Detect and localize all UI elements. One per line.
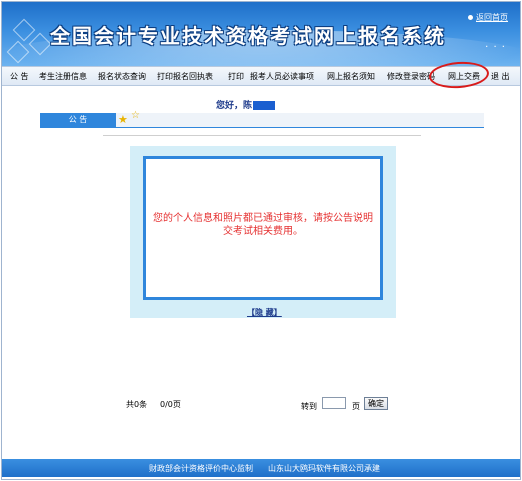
footer-supervisor: 财政部会计资格评价中心监制 — [149, 464, 253, 473]
system-title: 全国会计专业技术资格考试网上报名系统 — [50, 24, 446, 48]
page-number-input[interactable] — [322, 397, 346, 409]
record-count: 共0条 — [126, 400, 148, 409]
nav-item-change-password[interactable]: 修改登录密码 — [387, 71, 435, 82]
page-unit-label: 页 — [352, 402, 360, 411]
notice-underline — [40, 127, 484, 128]
star-icon: ★ — [118, 113, 128, 126]
redacted-name — [253, 101, 276, 110]
user-greeting: 您好，陈 — [216, 98, 276, 111]
hide-link[interactable]: 【隐 藏】 — [247, 307, 282, 318]
nav-item-print[interactable]: 打印 — [228, 71, 244, 82]
footer: 财政部会计资格评价中心监制 山东山大鸥玛软件有限公司承建 — [2, 459, 520, 477]
dots-decoration: · · · — [485, 42, 506, 53]
home-link-label: 返回首页 — [476, 13, 508, 22]
nav-item-print-receipt[interactable]: 打印报名回执表 — [157, 71, 213, 82]
divider — [103, 135, 421, 136]
hexagon-decoration — [12, 18, 36, 42]
page-count: 0/0页 — [160, 400, 181, 409]
notice-tab: 公 告 — [40, 113, 116, 127]
header-banner: 全国会计专业技术资格考试网上报名系统 返回首页 · · · — [2, 2, 520, 66]
nav-item-notice[interactable]: 公 告 — [10, 71, 29, 82]
nav-item-logout[interactable]: 退 出 — [491, 71, 510, 82]
star-icon: ☆ — [131, 110, 140, 121]
footer-developer: 山东山大鸥玛软件有限公司承建 — [268, 464, 380, 473]
goto-label: 转到 — [301, 402, 317, 411]
nav-item-register-info[interactable]: 考生注册信息 — [39, 71, 87, 82]
nav-item-registration-notes[interactable]: 网上报名须知 — [327, 71, 375, 82]
confirm-button[interactable]: 确定 — [364, 397, 388, 410]
nav-item-status-query[interactable]: 报名状态查询 — [98, 71, 146, 82]
notice-header-strip — [116, 113, 484, 127]
home-link[interactable]: 返回首页 — [468, 12, 508, 23]
audit-status-message: 您的个人信息和照片都已通过审核，请按公告说明交考试相关费用。 — [153, 213, 373, 237]
greeting-text: 您好，陈 — [216, 101, 253, 111]
bullet-icon — [468, 15, 473, 20]
nav-item-must-read[interactable]: 报考人员必读事项 — [250, 71, 314, 82]
